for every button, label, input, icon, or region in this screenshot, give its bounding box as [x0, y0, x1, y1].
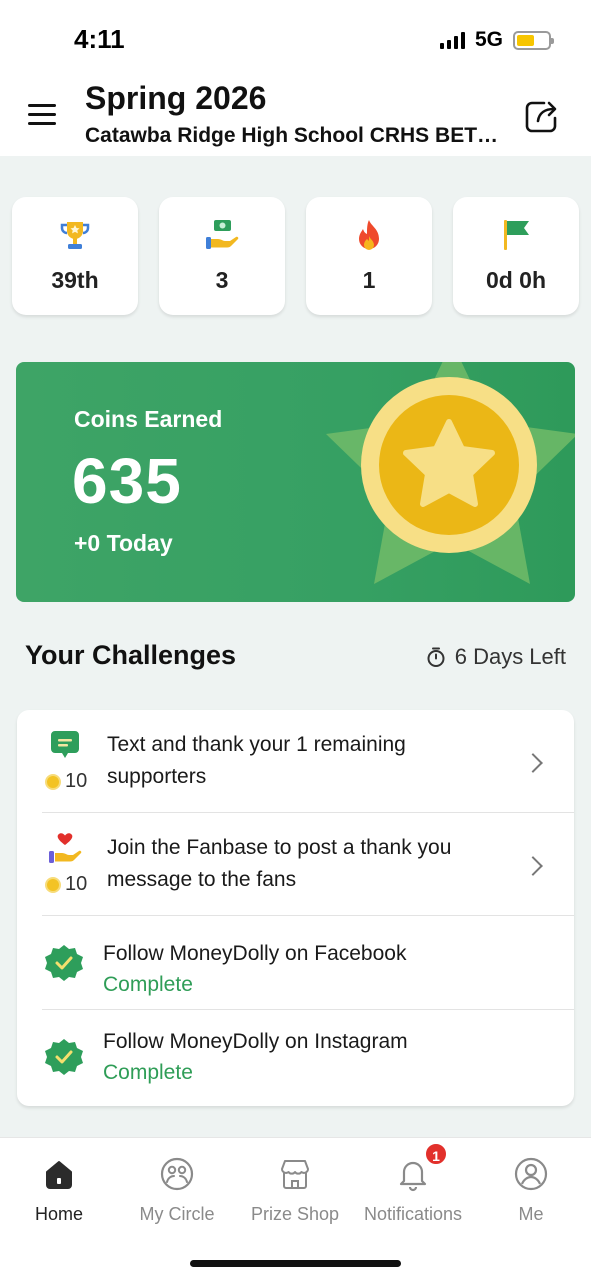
home-indicator [190, 1260, 401, 1267]
shop-icon [281, 1160, 309, 1189]
status-time: 4:11 [74, 24, 125, 54]
coins-label: Coins Earned [74, 406, 223, 432]
nav-my-circle[interactable]: My Circle [118, 1146, 236, 1232]
stat-value-rank: 39th [51, 267, 99, 293]
nav-notifications[interactable]: 1 Notifications [354, 1142, 472, 1232]
network-label: 5G [474, 28, 503, 51]
chat-icon [51, 731, 79, 758]
user-icon [514, 1157, 548, 1191]
page-title: Spring 2026 [85, 80, 267, 116]
chevron-right-icon [523, 753, 543, 773]
check-badge-icon [45, 1039, 83, 1075]
flag-icon [504, 220, 529, 250]
status-bar: 4:11 5G [0, 0, 591, 76]
coins-today: +0 Today [74, 530, 173, 556]
challenge-reward: 10 [45, 873, 87, 896]
challenges-title: Your Challenges [25, 640, 237, 670]
stat-value-streak: 1 [362, 267, 376, 293]
stat-card-time[interactable]: 0d 0h [453, 197, 579, 315]
nav-label: Me [518, 1204, 544, 1224]
challenge-status: Complete [103, 973, 193, 996]
nav-label: My Circle [139, 1204, 215, 1224]
signal-icon [439, 31, 465, 49]
nav-label: Prize Shop [250, 1204, 340, 1224]
menu-icon[interactable] [28, 104, 58, 126]
challenge-text: Join the Fanbase to post a thank you mes… [107, 836, 452, 891]
coin-icon [45, 876, 61, 893]
stat-card-rank[interactable]: 39th [12, 197, 138, 315]
bottom-nav: Home My Circle Prize Shop 1 Notification… [0, 1137, 591, 1280]
flame-icon [359, 220, 379, 250]
challenge-reward-value: 10 [65, 770, 88, 792]
stat-card-streak[interactable]: 1 [306, 197, 432, 315]
challenge-text: Follow MoneyDolly on Facebook [103, 942, 407, 965]
hand-money-icon [206, 220, 239, 249]
heart-hand-icon [49, 833, 82, 863]
challenge-item-instagram[interactable]: Follow MoneyDolly on Instagram Complete [17, 1010, 574, 1106]
status-indicators: 5G [439, 28, 554, 52]
challenge-item-facebook[interactable]: Follow MoneyDolly on Facebook Complete [17, 916, 574, 1010]
challenge-list: 10 Text and thank your 1 remaining suppo… [17, 710, 574, 1106]
coins-card: Coins Earned 635 +0 Today [16, 362, 575, 602]
nav-label: Home [34, 1204, 83, 1224]
check-badge-icon [45, 945, 83, 981]
days-left: 6 Days Left [425, 644, 566, 670]
challenge-status: Complete [103, 1061, 193, 1084]
challenge-item-fanbase[interactable]: 10 Join the Fanbase to post a thank you … [17, 813, 574, 916]
stat-card-supporters[interactable]: 3 [159, 197, 285, 315]
header: Spring 2026 Catawba Ridge High School CR… [0, 76, 591, 156]
star-coin-icon [326, 362, 575, 584]
timer-icon [427, 647, 445, 667]
home-icon [46, 1161, 72, 1189]
nav-me[interactable]: Me [472, 1146, 590, 1232]
stat-value-time: 0d 0h [485, 267, 547, 293]
challenge-reward: 10 [45, 770, 87, 793]
circle-people-icon [160, 1157, 194, 1191]
nav-label: Notifications [363, 1204, 463, 1224]
stat-value-supporters: 3 [215, 267, 229, 293]
page-subtitle: Catawba Ridge High School CRHS BET… [85, 124, 499, 147]
share-icon[interactable] [522, 96, 562, 136]
coins-value: 635 [72, 445, 182, 517]
chevron-right-icon [523, 856, 543, 876]
days-left-label: 6 Days Left [454, 644, 566, 669]
battery-icon [513, 30, 554, 50]
challenge-text: Follow MoneyDolly on Instagram [103, 1030, 408, 1053]
challenge-item-text-thank[interactable]: 10 Text and thank your 1 remaining suppo… [17, 710, 574, 813]
challenge-text: Text and thank your 1 remaining supporte… [107, 733, 406, 788]
challenge-reward-value: 10 [65, 873, 88, 895]
nav-prize-shop[interactable]: Prize Shop [236, 1146, 354, 1232]
notification-badge: 1 [424, 1142, 448, 1166]
stats-row: 39th 3 1 0d 0h [12, 197, 579, 317]
trophy-icon [60, 222, 90, 249]
coin-icon [45, 773, 61, 790]
nav-home[interactable]: Home [0, 1146, 118, 1232]
